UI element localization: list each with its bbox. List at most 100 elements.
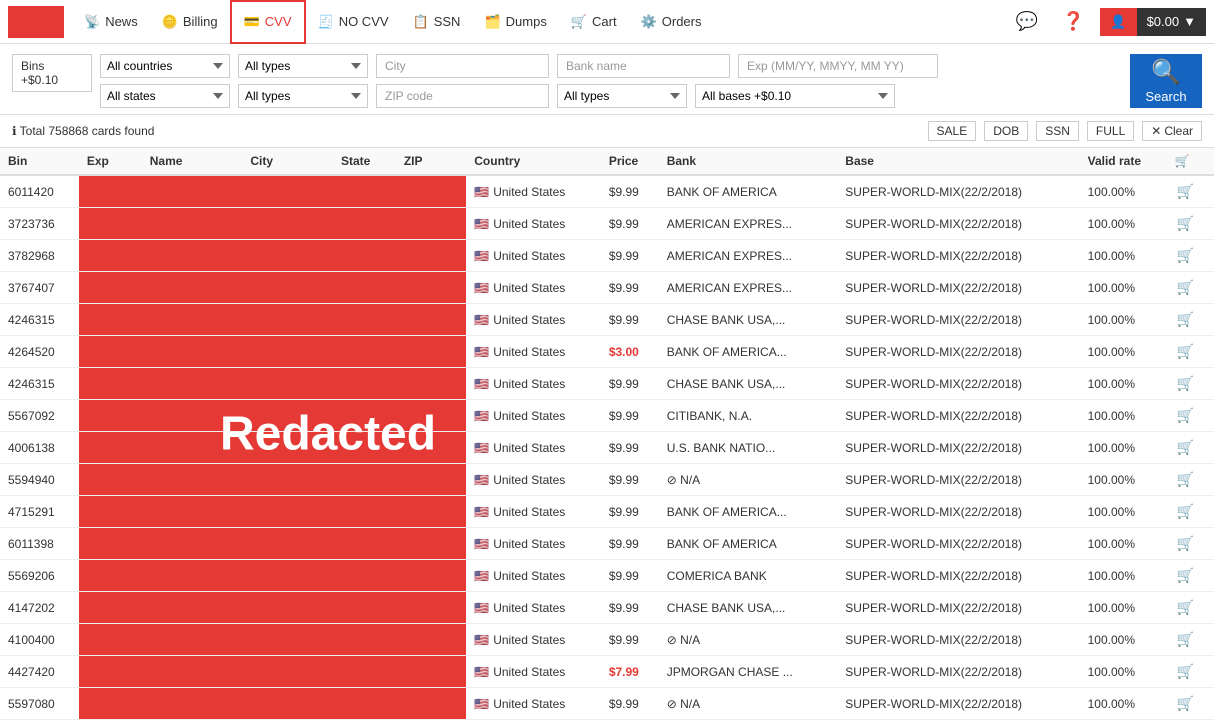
flag-icon: 🇺🇸 bbox=[474, 409, 489, 423]
balance-button[interactable]: $0.00 ▼ bbox=[1137, 8, 1206, 36]
filter-row-1: All countries All types bbox=[100, 54, 1122, 78]
add-to-cart-button[interactable]: 🛒 bbox=[1175, 629, 1196, 650]
cell-city: XXXXXXX bbox=[242, 368, 333, 400]
nav-billing[interactable]: 🪙 Billing bbox=[150, 0, 230, 44]
country-name: United States bbox=[493, 569, 565, 583]
countries-select[interactable]: All countries bbox=[100, 54, 230, 78]
cell-price: $9.99 bbox=[601, 272, 659, 304]
cell-city: XXXXXXX bbox=[242, 656, 333, 688]
search-button[interactable]: 🔍 Search bbox=[1130, 54, 1202, 108]
nav-news[interactable]: 📡 News bbox=[72, 0, 150, 44]
cell-base: SUPER-WORLD-MIX(22/2/2018) bbox=[837, 432, 1079, 464]
city-input[interactable] bbox=[376, 54, 549, 78]
bins-sublabel: +$0.10 bbox=[21, 73, 83, 87]
cell-base: SUPER-WORLD-MIX(22/2/2018) bbox=[837, 592, 1079, 624]
table-row: 4715291XXXXXXXXXXXXXXXXXXXXXXXXXX🇺🇸Unite… bbox=[0, 496, 1214, 528]
cell-name: XXXXXXXX bbox=[142, 272, 243, 304]
cell-base: SUPER-WORLD-MIX(22/2/2018) bbox=[837, 528, 1079, 560]
tag-sale[interactable]: SALE bbox=[928, 121, 977, 141]
nav-nocvv[interactable]: 🧾 NO CVV bbox=[306, 0, 401, 44]
cell-cart-action: 🛒 bbox=[1167, 560, 1214, 592]
nav-orders[interactable]: ⚙️ Orders bbox=[629, 0, 714, 44]
zip-input[interactable] bbox=[376, 84, 549, 108]
table-row: 3723736XXXXXXXXXXXXXXXXXXXXXXXXXX🇺🇸Unite… bbox=[0, 208, 1214, 240]
th-cart: 🛒 bbox=[1167, 148, 1214, 175]
add-to-cart-button[interactable]: 🛒 bbox=[1175, 533, 1196, 554]
tag-dob[interactable]: DOB bbox=[984, 121, 1028, 141]
add-to-cart-button[interactable]: 🛒 bbox=[1175, 277, 1196, 298]
add-to-cart-button[interactable]: 🛒 bbox=[1175, 469, 1196, 490]
flag-icon: 🇺🇸 bbox=[474, 697, 489, 711]
cell-exp: XXXX bbox=[79, 528, 142, 560]
add-to-cart-button[interactable]: 🛒 bbox=[1175, 693, 1196, 714]
th-bin: Bin bbox=[0, 148, 79, 175]
table-row: 4427420XXXXXXXXXXXXXXXXXXXXXXXXXX🇺🇸Unite… bbox=[0, 656, 1214, 688]
add-to-cart-button[interactable]: 🛒 bbox=[1175, 597, 1196, 618]
cell-valid-rate: 100.00% bbox=[1080, 175, 1167, 208]
types1-select[interactable]: All types bbox=[238, 54, 368, 78]
cell-bank: AMERICAN EXPRES... bbox=[659, 208, 838, 240]
cell-price: $7.99 bbox=[601, 656, 659, 688]
cell-name: XXXXXXXX bbox=[142, 656, 243, 688]
cell-name: XXXXXXXX bbox=[142, 336, 243, 368]
bank-input[interactable] bbox=[557, 54, 730, 78]
help-button[interactable]: ❓ bbox=[1054, 7, 1092, 36]
add-to-cart-button[interactable]: 🛒 bbox=[1175, 181, 1196, 202]
cell-city: XXXXXXX bbox=[242, 464, 333, 496]
th-country: Country bbox=[466, 148, 601, 175]
flag-icon: 🇺🇸 bbox=[474, 665, 489, 679]
cell-state: XX bbox=[333, 688, 396, 720]
bases-select[interactable]: All bases +$0.10 bbox=[695, 84, 895, 108]
add-to-cart-button[interactable]: 🛒 bbox=[1175, 213, 1196, 234]
add-to-cart-button[interactable]: 🛒 bbox=[1175, 437, 1196, 458]
cell-state: XX bbox=[333, 560, 396, 592]
cell-state: XX bbox=[333, 656, 396, 688]
cell-exp: XXXX bbox=[79, 336, 142, 368]
add-to-cart-button[interactable]: 🛒 bbox=[1175, 373, 1196, 394]
nav-dumps[interactable]: 🗂️ Dumps bbox=[472, 0, 558, 44]
types2-select[interactable]: All types bbox=[238, 84, 368, 108]
cell-exp: XXXX bbox=[79, 560, 142, 592]
filter-grid: All countries All types All states All t… bbox=[100, 54, 1122, 108]
exp-input[interactable] bbox=[738, 54, 938, 78]
cell-state: XX bbox=[333, 400, 396, 432]
add-to-cart-button[interactable]: 🛒 bbox=[1175, 405, 1196, 426]
cell-bin: 5569206 bbox=[0, 560, 79, 592]
cell-bank: BANK OF AMERICA bbox=[659, 528, 838, 560]
filter-bar: Bins +$0.10 All countries All types All … bbox=[0, 44, 1214, 115]
cell-bin: 6011420 bbox=[0, 175, 79, 208]
cell-base: SUPER-WORLD-MIX(22/2/2018) bbox=[837, 400, 1079, 432]
tag-ssn[interactable]: SSN bbox=[1036, 121, 1079, 141]
country-name: United States bbox=[493, 537, 565, 551]
add-to-cart-button[interactable]: 🛒 bbox=[1175, 565, 1196, 586]
navbar: 📡 News 🪙 Billing 💳 CVV 🧾 NO CVV 📋 SSN 🗂️… bbox=[0, 0, 1214, 44]
nav-cvv[interactable]: 💳 CVV bbox=[230, 0, 306, 44]
nav-cart[interactable]: 🛒 Cart bbox=[559, 0, 629, 44]
add-to-cart-button[interactable]: 🛒 bbox=[1175, 501, 1196, 522]
user-button[interactable]: 👤 bbox=[1100, 8, 1136, 36]
add-to-cart-button[interactable]: 🛒 bbox=[1175, 245, 1196, 266]
country-name: United States bbox=[493, 473, 565, 487]
nav-right: 💬 ❓ 👤 $0.00 ▼ bbox=[1008, 7, 1206, 36]
cell-base: SUPER-WORLD-MIX(22/2/2018) bbox=[837, 656, 1079, 688]
add-to-cart-button[interactable]: 🛒 bbox=[1175, 309, 1196, 330]
chat-button[interactable]: 💬 bbox=[1008, 7, 1046, 36]
clear-x-icon: ✕ bbox=[1151, 124, 1161, 138]
flag-icon: 🇺🇸 bbox=[474, 441, 489, 455]
clear-button[interactable]: ✕ Clear bbox=[1142, 121, 1202, 141]
cell-valid-rate: 100.00% bbox=[1080, 400, 1167, 432]
cell-zip: XXXXX bbox=[396, 175, 466, 208]
logo bbox=[8, 6, 64, 38]
tag-full[interactable]: FULL bbox=[1087, 121, 1134, 141]
states-select[interactable]: All states bbox=[100, 84, 230, 108]
cell-zip: XXXXX bbox=[396, 560, 466, 592]
nav-ssn[interactable]: 📋 SSN bbox=[401, 0, 473, 44]
flag-icon: 🇺🇸 bbox=[474, 633, 489, 647]
add-to-cart-button[interactable]: 🛒 bbox=[1175, 341, 1196, 362]
cell-exp: XXXX bbox=[79, 656, 142, 688]
types3-select[interactable]: All types bbox=[557, 84, 687, 108]
th-city: City bbox=[242, 148, 333, 175]
add-to-cart-button[interactable]: 🛒 bbox=[1175, 661, 1196, 682]
cell-name: XXXXXXXX bbox=[142, 400, 243, 432]
cell-name: XXXXXXXX bbox=[142, 304, 243, 336]
